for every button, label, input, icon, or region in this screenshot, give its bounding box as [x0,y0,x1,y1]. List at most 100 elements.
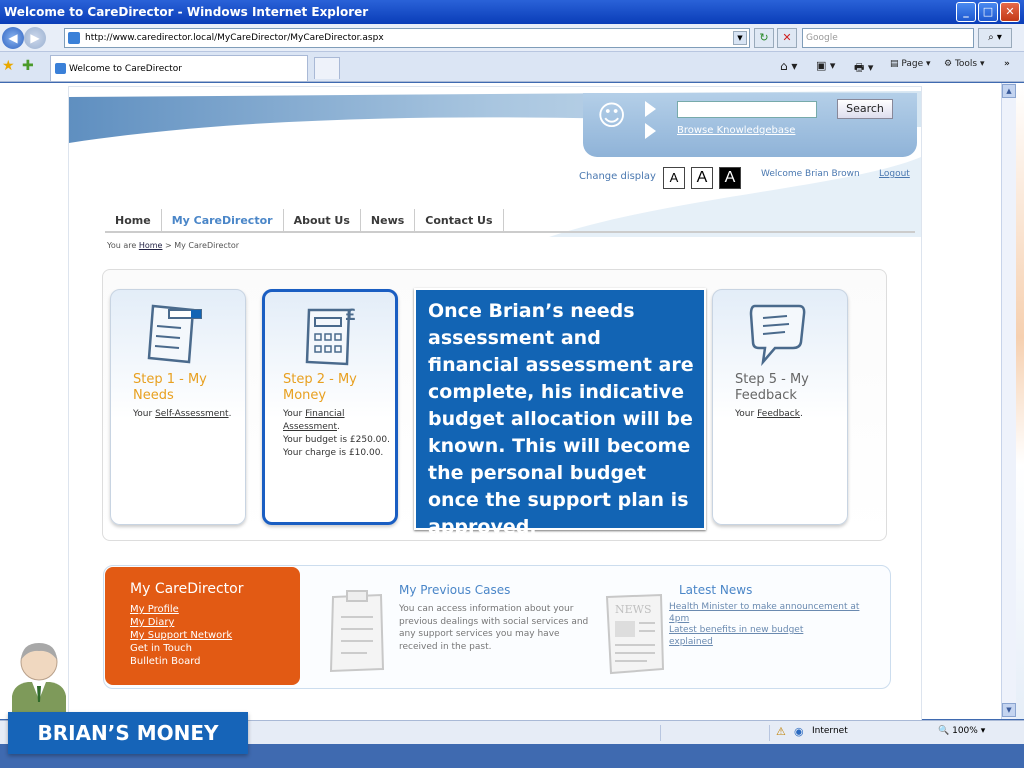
step-5-suffix: . [799,409,803,419]
knowledge-search-input[interactable] [677,101,817,118]
close-button[interactable]: ✕ [1000,2,1020,22]
back-button[interactable]: ◀ [2,27,24,49]
text-size-medium[interactable]: A [691,167,713,189]
tab-bar: ★ ✚ Welcome to CareDirector ⌂ ▾ ▣ ▾ 🖶 ▾ … [0,52,1024,82]
home-icon[interactable]: ⌂ ▾ [780,59,797,73]
breadcrumb-current: > My CareDirector [165,241,240,250]
step-card-money[interactable]: £ Step 2 - My Money Your Financial Asses… [262,289,398,525]
page-menu[interactable]: ▤ Page ▾ [890,59,931,69]
stop-button[interactable]: ✕ [777,28,797,48]
budget-text: Your budget is £250.00. [283,435,390,445]
step-1-text: Your Self-Assessment. [133,408,241,421]
step-1-prefix: Your [133,409,153,419]
previous-cases-heading: My Previous Cases [399,583,511,597]
callout-text-box: Once Brian’s needs assessment and financ… [414,288,706,538]
add-favorites-icon[interactable]: ✚ [22,58,34,74]
notepad-pen-icon [147,304,202,364]
my-caredirector-box: My CareDirector My Profile My Diary My S… [105,567,300,685]
window-title: Welcome to CareDirector - Windows Intern… [4,5,369,19]
address-url: http://www.caredirector.local/MyCareDire… [85,33,384,43]
page-icon [68,32,80,44]
scroll-up-icon[interactable]: ▲ [1002,84,1016,98]
window-title-bar: Welcome to CareDirector - Windows Intern… [0,0,1024,24]
my-caredirector-heading: My CareDirector [130,581,244,597]
step-1-title: Step 1 - My Needs [133,372,207,403]
step-card-needs[interactable]: Step 1 - My Needs Your Self-Assessment. [110,289,246,525]
nav-my-caredirector[interactable]: My CareDirector [162,209,284,231]
address-field[interactable]: http://www.caredirector.local/MyCareDire… [64,28,750,48]
zoom-level: 100% [952,726,978,736]
search-button[interactable]: Search [837,99,893,119]
browse-knowledgebase-link[interactable]: Browse Knowledgebase [677,125,795,136]
address-dropdown-icon[interactable]: ▼ [733,31,747,45]
zone-label: Internet [812,726,848,736]
my-diary-link[interactable]: My Diary [130,616,275,629]
text-size-high-contrast[interactable]: A [719,167,741,189]
charge-text: Your charge is £10.00. [283,448,384,458]
breadcrumb-home-link[interactable]: Home [139,241,163,250]
nav-about-us[interactable]: About Us [284,209,361,231]
get-in-touch-item[interactable]: Get in Touch [130,642,275,655]
self-assessment-link[interactable]: Self-Assessment [155,409,228,419]
latest-news-heading: Latest News [679,583,753,597]
nav-home[interactable]: Home [105,209,162,231]
tools-menu[interactable]: ⚙ Tools ▾ [944,59,985,69]
main-nav: Home My CareDirector About Us News Conta… [105,209,915,233]
zoom-control[interactable]: 🔍 100% ▾ [938,726,985,736]
news-item-2-link[interactable]: Latest benefits in new budget explained [669,625,844,648]
arrow-icon [645,123,656,139]
nav-contact-us[interactable]: Contact Us [415,209,504,231]
breadcrumb: You are Home > My CareDirector [107,241,239,250]
my-profile-link[interactable]: My Profile [130,603,275,616]
page-menu-label: Page [901,59,924,69]
address-toolbar: ◀ ▶ http://www.caredirector.local/MyCare… [0,24,1024,52]
minimize-button[interactable]: _ [956,2,976,22]
protected-mode-icon: ⚠ [776,725,786,738]
favorites-star-icon[interactable]: ★ [2,58,15,74]
slide-title-label: BRIAN’S MONEY [8,712,248,754]
step-2-suffix: . [337,422,340,432]
logout-link[interactable]: Logout [879,169,910,179]
welcome-text: Welcome Brian Brown [761,169,860,179]
refresh-button[interactable]: ↻ [754,28,774,48]
feeds-icon[interactable]: ▣ ▾ [816,59,835,72]
previous-cases-text: You can access information about your pr… [399,604,589,652]
step-card-feedback[interactable]: Step 5 - My Feedback Your Feedback. [712,289,848,525]
site-banner: ☺ Search Browse Knowledgebase Change dis… [69,87,921,237]
tools-menu-label: Tools [954,59,978,69]
person-avatar [12,643,66,718]
newspaper-masthead: NEWS [615,603,652,616]
search-input[interactable]: Google [802,28,974,48]
scroll-down-icon[interactable]: ▼ [1002,703,1016,717]
zoom-icon: 🔍 [938,726,950,736]
tab-title: Welcome to CareDirector [69,64,182,74]
new-tab-button[interactable] [314,57,340,79]
nav-news[interactable]: News [361,209,416,231]
step-5-title: Step 5 - My Feedback [735,372,809,403]
change-display-label: Change display [579,171,656,182]
status-pane [660,725,770,741]
search-icon[interactable]: ⌕ ▾ [978,28,1012,48]
step-2-prefix: Your [283,409,303,419]
step-5-text: Your Feedback. [735,408,843,421]
feedback-link[interactable]: Feedback [757,409,800,419]
clipboard-icon [329,590,385,673]
vertical-scrollbar[interactable]: ▲ ▼ [1001,83,1016,719]
print-icon[interactable]: 🖶 ▾ [854,59,873,78]
step-2-title: Step 2 - My Money [283,372,357,403]
step-1-suffix: . [228,409,232,419]
forward-button[interactable]: ▶ [24,27,46,49]
tab-caredirector[interactable]: Welcome to CareDirector [50,55,308,81]
my-support-network-link[interactable]: My Support Network [130,629,275,642]
globe-icon: ◉ [794,725,804,738]
news-item-1-link[interactable]: Health Minister to make announcement at … [669,602,874,625]
bulletin-board-item[interactable]: Bulletin Board [130,655,275,668]
knowledge-search-panel: ☺ Search Browse Knowledgebase [583,93,917,157]
breadcrumb-prefix: You are [107,241,137,250]
text-size-small[interactable]: A [663,167,685,189]
step-2-text: Your Financial Assessment. Your budget i… [283,408,391,460]
more-chevron-icon[interactable]: » [1004,59,1010,69]
step-5-prefix: Your [735,409,755,419]
newspaper-icon: NEWS [605,593,665,675]
maximize-button[interactable]: □ [978,2,998,22]
